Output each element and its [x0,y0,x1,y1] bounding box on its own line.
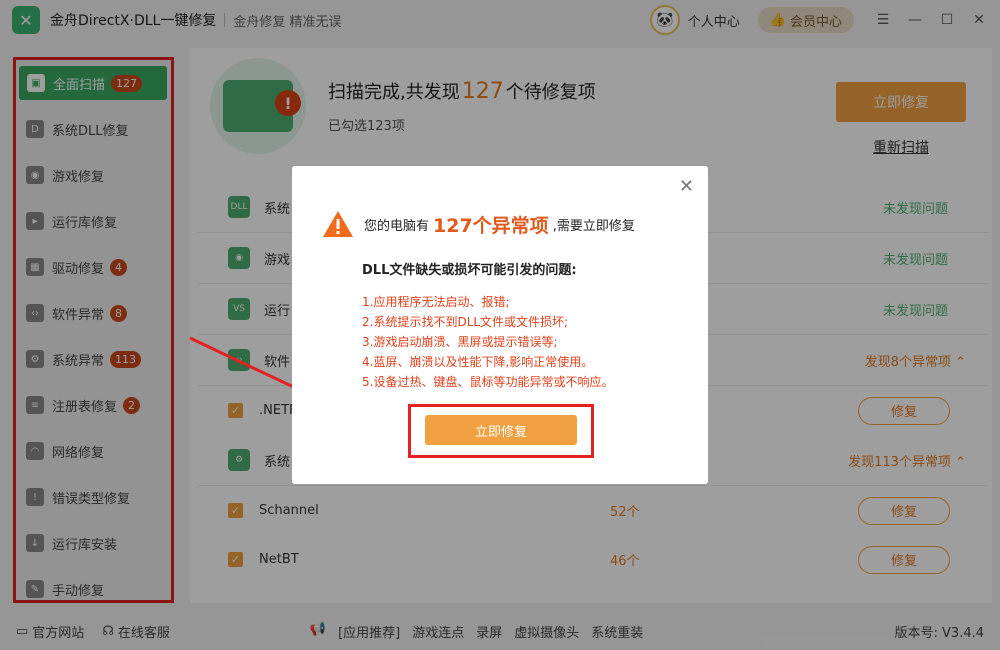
dialog-issue-count: 127个异常项 [433,214,549,237]
issue-list: 1.应用程序无法启动、报错; 2.系统提示找不到DLL文件或文件损坏; 3.游戏… [362,292,613,392]
dialog-heading-prefix: 您的电脑有 [364,218,430,234]
dialog-heading-suffix: ,需要立即修复 [552,218,635,234]
dialog-question: DLL文件缺失或损坏可能引发的问题: [362,263,577,278]
issue-item: 3.游戏启动崩溃、黑屏或提示错误等; [362,335,558,349]
close-icon[interactable]: ✕ [679,176,694,197]
issue-item: 4.蓝屏、崩溃以及性能下降,影响正常使用。 [362,355,594,369]
dialog-heading: 您的电脑有 127个异常项 ,需要立即修复 [322,210,635,238]
issue-item: 5.设备过热、键盘、鼠标等功能异常或不响应。 [362,375,614,389]
issue-item: 1.应用程序无法启动、报错; [362,295,510,309]
issue-item: 2.系统提示找不到DLL文件或文件损坏; [362,315,569,329]
highlight-box: 立即修复 [408,404,594,458]
issue-dialog: ✕ 您的电脑有 127个异常项 ,需要立即修复 DLL文件缺失或损坏可能引发的问… [292,166,708,484]
warning-icon [323,211,353,237]
dialog-fix-now-button[interactable]: 立即修复 [425,415,577,445]
